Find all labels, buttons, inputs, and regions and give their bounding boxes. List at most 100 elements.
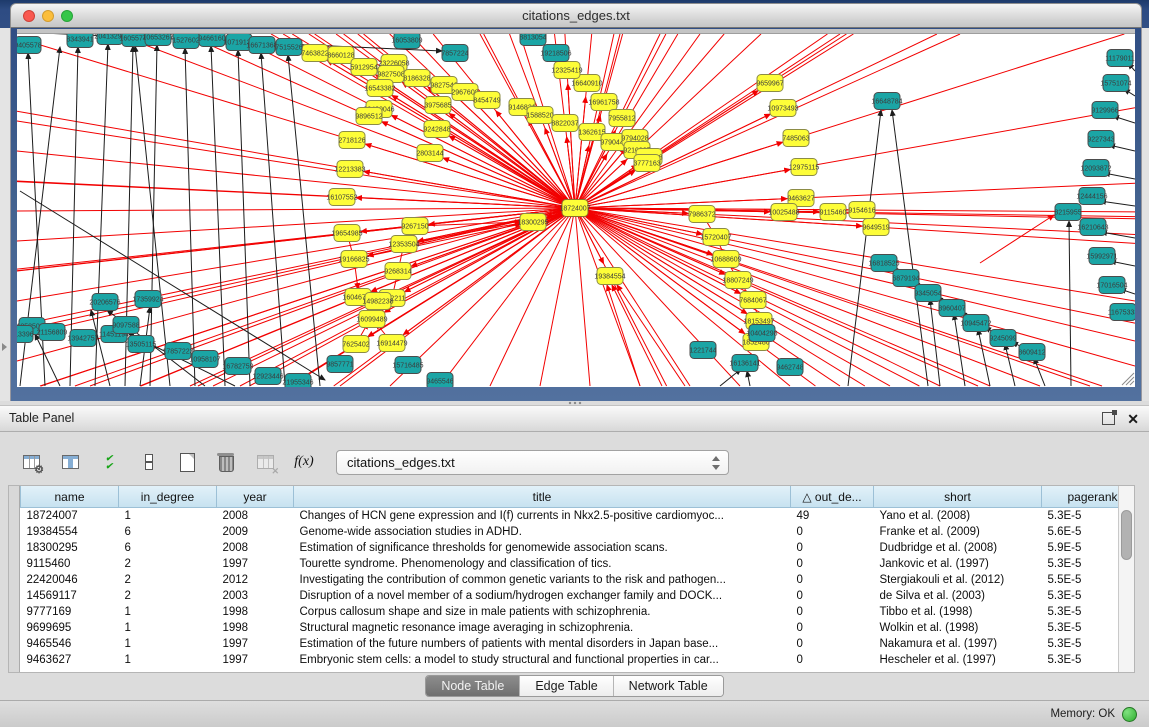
zoom-window-button[interactable] [61, 10, 73, 22]
graph-node[interactable]: 10653267 [142, 34, 173, 46]
graph-node[interactable]: 21156809 [37, 324, 68, 341]
graph-node[interactable]: 6879194 [892, 270, 919, 287]
graph-node[interactable]: 18807249 [722, 272, 753, 289]
graph-node[interactable]: 16914479 [376, 335, 407, 352]
graph-node[interactable]: 10025488 [768, 204, 799, 221]
row-selection-icon[interactable] [135, 449, 161, 475]
graph-node[interactable]: 12353504 [388, 236, 419, 253]
graph-node[interactable]: 7857224 [441, 45, 468, 62]
graph-node[interactable]: 12923446 [252, 368, 283, 385]
graph-node[interactable]: 20206576 [89, 294, 120, 311]
graph-node[interactable]: 11179011 [1105, 50, 1135, 67]
citation-edge[interactable] [1069, 221, 1071, 386]
table-row[interactable]: 1872400712008Changes of HCN gene express… [21, 508, 1119, 525]
citation-edge[interactable] [150, 45, 157, 386]
citation-edge[interactable] [35, 334, 60, 386]
graph-node[interactable]: 9129966 [1091, 102, 1118, 119]
graph-node[interactable]: 19218506 [540, 45, 571, 62]
collapse-arrow-icon[interactable] [2, 343, 7, 351]
memory-status-indicator[interactable] [1122, 707, 1137, 722]
graph-node[interactable]: 9466160 [198, 34, 225, 47]
citation-edge[interactable] [612, 285, 662, 386]
network-graph[interactable]: 7463822866012859129542322605898275081654… [17, 34, 1135, 387]
graph-node[interactable]: 3913396 [17, 326, 34, 343]
citation-edge[interactable] [575, 208, 590, 386]
graph-node[interactable]: 12093872 [1080, 160, 1111, 177]
graph-node[interactable]: 8660128 [327, 47, 354, 64]
graph-node[interactable]: 12213383 [334, 161, 365, 178]
network-canvas[interactable]: 7463822866012859129542322605898275081654… [17, 29, 1135, 387]
graph-node[interactable]: 8343941 [66, 34, 93, 48]
column-selection-icon[interactable]: ✔✔ [96, 449, 122, 475]
graph-node[interactable]: 9245099 [989, 330, 1016, 347]
graph-node[interactable]: 9154616 [848, 202, 875, 219]
citation-edge[interactable] [617, 285, 685, 386]
table-mode-icon[interactable]: ⚙ [18, 449, 44, 475]
graph-node[interactable]: 15716485 [392, 357, 423, 374]
citation-edge[interactable] [238, 50, 250, 386]
citation-edge[interactable] [382, 122, 575, 208]
canvas-resize-handle[interactable] [1126, 377, 1134, 385]
citation-edge[interactable] [261, 53, 285, 386]
canvas-resize-handle[interactable] [1130, 381, 1134, 385]
graph-node[interactable]: 10404298 [746, 325, 777, 342]
column-header-out_de[interactable]: △ out_de... [791, 486, 874, 508]
close-window-button[interactable] [23, 10, 35, 22]
graph-node[interactable]: 7485063 [782, 130, 809, 147]
graph-node[interactable]: 9405578 [17, 37, 42, 54]
graph-node[interactable]: 1527602 [172, 34, 199, 49]
column-header-pagerank[interactable]: pagerank [1042, 486, 1119, 508]
table-row[interactable]: 2242004622012Investigating the contribut… [21, 572, 1119, 588]
citation-edge[interactable] [575, 169, 790, 208]
graph-node[interactable]: 19166825 [338, 251, 369, 268]
float-panel-icon[interactable] [1102, 412, 1115, 425]
graph-node[interactable]: 15720407 [700, 229, 731, 246]
graph-node[interactable]: 9345054 [914, 285, 941, 302]
graph-node[interactable]: 9097588 [112, 317, 139, 334]
citation-edge[interactable] [575, 142, 783, 208]
scrollbar-thumb[interactable] [1121, 510, 1132, 560]
graph-node[interactable]: 5912954 [350, 59, 377, 76]
column-header-title[interactable]: title [294, 486, 791, 508]
graph-node[interactable]: 12325419 [551, 62, 582, 79]
graph-node[interactable]: 7986372 [688, 206, 715, 223]
citation-edge[interactable] [1005, 344, 1015, 386]
table-row[interactable]: 911546021997Tourette syndrome. Phenomeno… [21, 556, 1119, 572]
citation-edge[interactable] [978, 329, 990, 386]
left-panel-splitter[interactable] [0, 28, 11, 401]
graph-node[interactable]: 16210643 [1077, 219, 1108, 236]
graph-node[interactable]: 8813054 [519, 34, 546, 46]
graph-node[interactable]: 19384554 [594, 268, 625, 285]
citation-edge[interactable] [575, 208, 1135, 341]
graph-node[interactable]: 10958107 [189, 351, 220, 368]
graph-node[interactable]: 9462748 [776, 359, 803, 376]
graph-node[interactable]: 13505115 [126, 336, 157, 353]
table-row[interactable]: 1938455462009Genome-wide association stu… [21, 524, 1119, 540]
graph-node[interactable]: 17359924 [132, 291, 163, 308]
graph-node[interactable]: 1588520 [526, 107, 553, 124]
citation-edge[interactable] [575, 199, 787, 208]
graph-node[interactable]: 7684067 [739, 292, 766, 309]
graph-node[interactable]: 16648784 [871, 93, 902, 110]
tab-node-table[interactable]: Node Table [426, 676, 519, 696]
vertical-scrollbar[interactable] [1118, 486, 1134, 672]
graph-node[interactable]: 9267150 [401, 218, 428, 235]
table-row[interactable]: 977716911998Corpus callosum shape and si… [21, 604, 1119, 620]
graph-node[interactable]: 3777163 [633, 155, 660, 172]
table-row[interactable]: 1456911722003Disruption of a novel membe… [21, 588, 1119, 604]
graph-node[interactable]: 7955812 [608, 110, 635, 127]
graph-node[interactable]: 9659967 [756, 75, 783, 92]
citation-edge[interactable] [91, 310, 110, 386]
graph-node[interactable]: 16782759 [222, 358, 253, 375]
graph-node[interactable]: 9115460 [820, 204, 847, 221]
citation-edge[interactable] [17, 208, 575, 301]
graph-node[interactable]: 8186328 [403, 70, 430, 87]
graph-node[interactable]: 17016504 [1096, 277, 1127, 294]
minimize-window-button[interactable] [42, 10, 54, 22]
close-panel-icon[interactable]: ✕ [1127, 412, 1139, 426]
graph-node[interactable]: 15751074 [1100, 75, 1131, 92]
graph-node[interactable]: 9649519 [862, 219, 889, 236]
graph-node[interactable]: 16053809 [391, 34, 422, 49]
graph-node[interactable]: 15992971 [1086, 248, 1117, 265]
column-header-name[interactable]: name [21, 486, 119, 508]
